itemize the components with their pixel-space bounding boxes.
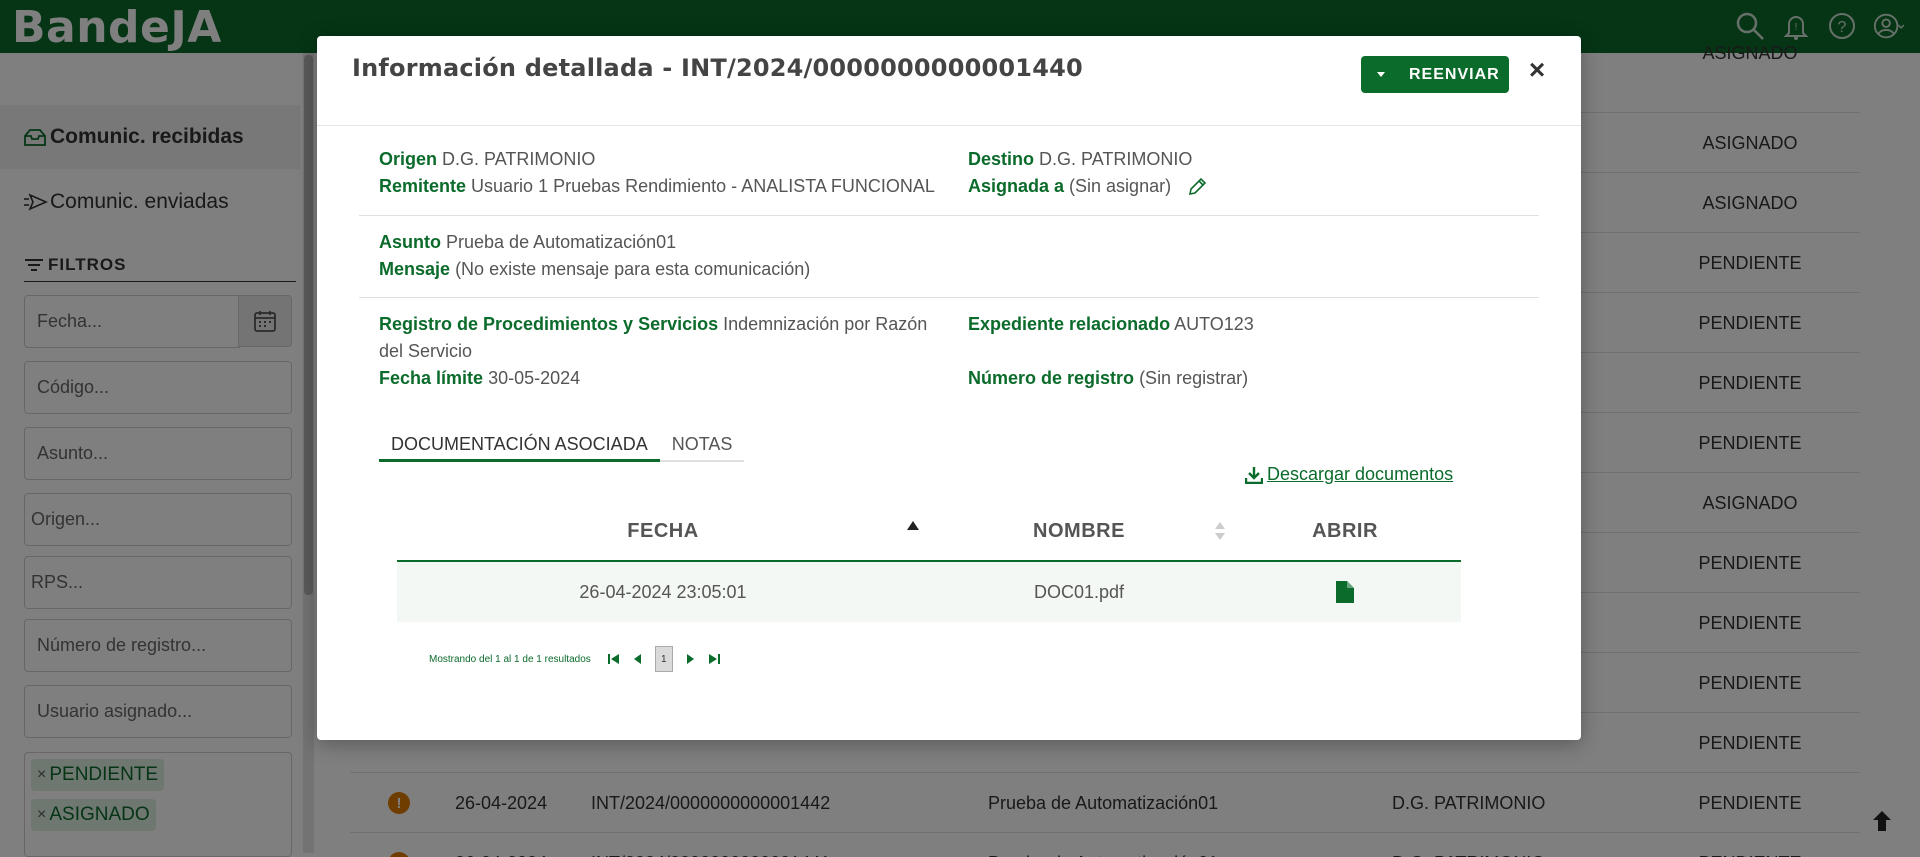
asignada-label: Asignada a (968, 176, 1065, 196)
detail-modal: Información detallada - INT/2024/0000000… (317, 36, 1581, 740)
pagination: Mostrando del 1 al 1 de 1 resultados 1 (429, 646, 721, 672)
fecha-limite-value: 30-05-2024 (488, 368, 581, 388)
pagination-info: Mostrando del 1 al 1 de 1 resultados (429, 653, 591, 665)
expediente-value: AUTO123 (1174, 314, 1254, 334)
nombre-cell: DOC01.pdf (1033, 581, 1125, 602)
column-header-abrir: ABRIR (1229, 501, 1461, 561)
fecha-limite-label: Fecha límite (379, 368, 484, 388)
close-icon[interactable]: × (1525, 54, 1549, 85)
remitente-field: Remitente Usuario 1 Pruebas Rendimiento … (379, 173, 935, 200)
last-page-icon[interactable] (707, 652, 721, 666)
modal-tabs: DOCUMENTACIÓN ASOCIADA NOTAS (379, 434, 745, 462)
mensaje-label: Mensaje (379, 259, 451, 279)
modal-header: Información detallada - INT/2024/0000000… (317, 36, 1581, 126)
header-label: FECHA (627, 519, 699, 542)
asunto-label: Asunto (379, 232, 441, 252)
divider (359, 215, 1539, 216)
asunto-field: Asunto Prueba de Automatización01 (379, 229, 676, 256)
download-label: Descargar documentos (1267, 464, 1454, 484)
modal-title: Información detallada - INT/2024/0000000… (352, 54, 1083, 82)
descargar-documentos-link[interactable]: Descargar documentos (1245, 464, 1453, 485)
asignada-value: (Sin asignar) (1069, 176, 1172, 196)
numero-registro-label: Número de registro (968, 368, 1135, 388)
asignada-field: Asignada a (Sin asignar) (968, 173, 1208, 200)
header-label: NOMBRE (1033, 519, 1125, 542)
origen-field: Origen D.G. PATRIMONIO (379, 146, 595, 173)
download-icon (1245, 466, 1263, 484)
column-header-nombre[interactable]: NOMBRE (929, 501, 1229, 561)
header-label: ABRIR (1312, 519, 1378, 542)
reenviar-label: REENVIAR (1409, 65, 1500, 83)
divider (359, 297, 1539, 298)
sort-ascending-icon[interactable] (907, 521, 919, 530)
destino-field: Destino D.G. PATRIMONIO (968, 146, 1192, 173)
sort-unsorted-icon[interactable] (1214, 521, 1226, 541)
destino-label: Destino (968, 149, 1035, 169)
file-icon[interactable] (1336, 581, 1354, 603)
fecha-cell: 26-04-2024 23:05:01 (579, 581, 747, 602)
destino-value: D.G. PATRIMONIO (1039, 149, 1193, 169)
next-page-icon[interactable] (683, 652, 697, 666)
expediente-label: Expediente relacionado (968, 314, 1171, 334)
expediente-field: Expediente relacionado AUTO123 (968, 311, 1254, 338)
mensaje-field: Mensaje (No existe mensaje para esta com… (379, 256, 810, 283)
rps-label: Registro de Procedimientos y Servicios (379, 314, 719, 334)
asunto-value: Prueba de Automatización01 (446, 232, 677, 252)
mensaje-value: (No existe mensaje para esta comunicació… (455, 259, 811, 279)
chevron-down-icon (1377, 72, 1385, 77)
edit-pencil-icon[interactable] (1186, 176, 1208, 198)
first-page-icon[interactable] (607, 652, 621, 666)
rps-field: Registro de Procedimientos y Servicios I… (379, 311, 949, 365)
origen-label: Origen (379, 149, 438, 169)
tab-notas[interactable]: NOTAS (660, 434, 745, 462)
table-row[interactable]: 26-04-2024 23:05:01 DOC01.pdf (397, 562, 1461, 622)
origen-value: D.G. PATRIMONIO (442, 149, 596, 169)
reenviar-button[interactable]: REENVIAR (1361, 56, 1509, 93)
abrir-cell (1229, 562, 1461, 622)
fecha-limite-field: Fecha límite 30-05-2024 (379, 365, 580, 392)
numero-registro-value: (Sin registrar) (1139, 368, 1249, 388)
remitente-label: Remitente (379, 176, 467, 196)
previous-page-icon[interactable] (631, 652, 645, 666)
remitente-value: Usuario 1 Pruebas Rendimiento - ANALISTA… (471, 176, 935, 196)
numero-registro-field: Número de registro (Sin registrar) (968, 365, 1248, 392)
page-number-button[interactable]: 1 (654, 646, 673, 672)
tab-documentacion-asociada[interactable]: DOCUMENTACIÓN ASOCIADA (379, 434, 660, 462)
column-header-fecha[interactable]: FECHA (397, 501, 929, 561)
